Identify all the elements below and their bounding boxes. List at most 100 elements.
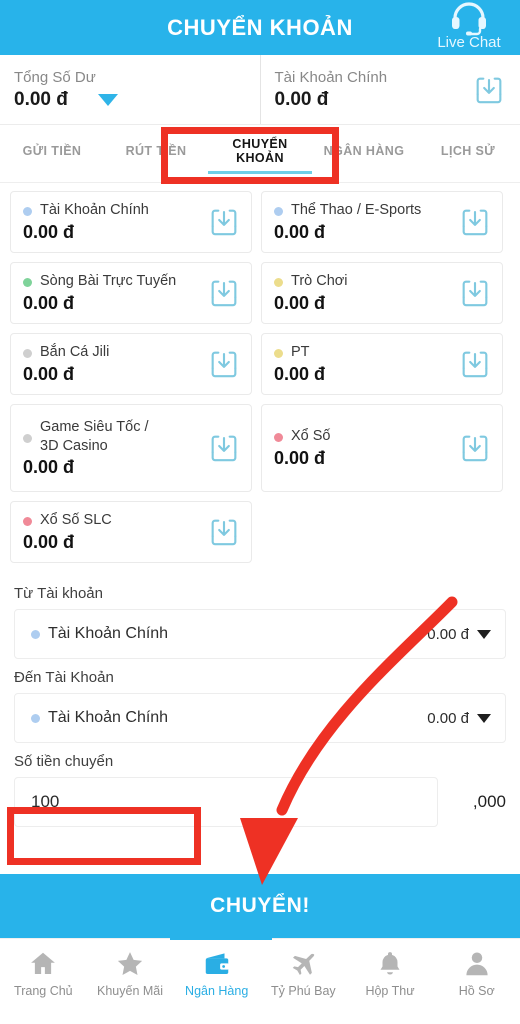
account-card[interactable]: Game Siêu Tốc / 3D Casino 0.00 đ: [10, 404, 252, 492]
from-account-name: Tài Khoản Chính: [48, 625, 169, 642]
account-card[interactable]: Xổ Số 0.00 đ: [261, 404, 503, 492]
transfer-form: Từ Tài khoản Tài Khoản Chính 0.00 đ Đến …: [0, 563, 520, 827]
nav-label: Hộp Thư: [365, 984, 415, 998]
amount-row: ,000: [14, 777, 506, 827]
account-name: Sòng Bài Trực Tuyến: [40, 273, 177, 290]
download-icon[interactable]: [458, 431, 492, 465]
account-name: Xổ Số SLC: [40, 512, 112, 529]
download-icon[interactable]: [207, 205, 241, 239]
amount-input[interactable]: [14, 777, 438, 827]
status-dot: [274, 349, 283, 359]
account-name: Trò Chơi: [291, 273, 348, 290]
account-card[interactable]: Sòng Bài Trực Tuyến 0.00 đ: [10, 262, 252, 324]
caret-down-icon[interactable]: [97, 93, 118, 106]
nav-label: Hồ Sơ: [458, 984, 495, 998]
tab-ngan-hang[interactable]: NGÂN HÀNG: [312, 144, 416, 164]
nav-item-ty-phu-bay[interactable]: Tỷ Phú Bay: [260, 949, 347, 998]
bell-icon: [375, 949, 405, 979]
transfer-screen: CHUYỂN KHOẢN Live Chat Tổng Số Dư 0.00 đ: [0, 0, 520, 1024]
download-icon[interactable]: [458, 347, 492, 381]
nav-label: Tỷ Phú Bay: [271, 984, 336, 998]
account-amount: 0.00 đ: [274, 221, 326, 242]
account-card[interactable]: Bắn Cá Jili 0.00 đ: [10, 333, 252, 395]
headset-icon: [449, 2, 489, 36]
total-balance-cell[interactable]: Tổng Số Dư 0.00 đ: [0, 55, 261, 124]
status-dot: [23, 434, 32, 444]
from-account-balance: 0.00 đ: [427, 625, 469, 643]
to-account-name: Tài Khoản Chính: [48, 709, 169, 726]
live-chat-label: Live Chat: [437, 34, 501, 51]
status-dot: [23, 207, 32, 217]
account-amount: 0.00 đ: [23, 456, 75, 477]
account-amount: 0.00 đ: [23, 292, 75, 313]
active-tab-indicator: [170, 937, 272, 940]
account-card[interactable]: Xổ Số SLC 0.00 đ: [10, 501, 252, 563]
download-icon[interactable]: [458, 276, 492, 310]
nav-item-ho-so[interactable]: Hồ Sơ: [433, 949, 520, 998]
bottom-navigation: Trang Chủ Khuyến Mãi Ngân Hàng Tỷ Phú Ba…: [0, 937, 520, 1024]
tab-gui-tien[interactable]: GỬI TIỀN: [0, 144, 104, 164]
nav-item-trang-chu[interactable]: Trang Chủ: [0, 949, 87, 998]
account-card[interactable]: Tài Khoản Chính 0.00 đ: [10, 191, 252, 253]
from-account-select[interactable]: Tài Khoản Chính 0.00 đ: [14, 609, 506, 659]
app-header: CHUYỂN KHOẢN Live Chat: [0, 0, 520, 55]
amount-label: Số tiền chuyển: [14, 753, 114, 770]
account-name: Tài Khoản Chính: [40, 202, 149, 219]
person-icon: [462, 949, 492, 979]
download-icon[interactable]: [207, 431, 241, 465]
status-dot: [274, 278, 283, 288]
total-balance-label: Tổng Số Dư: [14, 68, 96, 86]
account-name: Game Siêu Tốc / 3D Casino: [40, 419, 149, 454]
status-dot: [31, 713, 40, 723]
status-dot: [23, 517, 32, 527]
account-amount: 0.00 đ: [274, 363, 326, 384]
status-dot: [274, 207, 283, 217]
account-amount: 0.00 đ: [23, 221, 75, 242]
status-dot: [31, 629, 40, 639]
status-dot: [23, 349, 32, 359]
account-amount: 0.00 đ: [274, 292, 326, 313]
account-card[interactable]: Trò Chơi 0.00 đ: [261, 262, 503, 324]
tab-rut-tien[interactable]: RÚT TIỀN: [104, 144, 208, 164]
page-title: CHUYỂN KHOẢN: [167, 14, 353, 40]
account-card[interactable]: PT 0.00 đ: [261, 333, 503, 395]
main-account-value: 0.00 đ: [274, 88, 329, 110]
account-card[interactable]: Thể Thao / E-Sports 0.00 đ: [261, 191, 503, 253]
main-account-label: Tài Khoản Chính: [274, 68, 388, 86]
to-account-label: Đến Tài Khoản: [14, 669, 114, 686]
account-name: Xổ Số: [291, 428, 331, 445]
balance-bar: Tổng Số Dư 0.00 đ Tài Khoản Chính 0.00 đ: [0, 55, 520, 125]
tab-bar: GỬI TIỀN RÚT TIỀN CHUYỂN KHOẢN NGÂN HÀNG…: [0, 125, 520, 183]
nav-label: Ngân Hàng: [185, 984, 249, 998]
home-icon: [28, 949, 58, 979]
account-amount: 0.00 đ: [23, 531, 75, 552]
account-amount: 0.00 đ: [274, 447, 326, 468]
nav-item-hop-thu[interactable]: Hộp Thư: [347, 949, 434, 998]
account-amount: 0.00 đ: [23, 363, 75, 384]
tab-lich-su[interactable]: LỊCH SỬ: [416, 144, 520, 164]
wallet-icon: [202, 949, 232, 979]
live-chat-button[interactable]: Live Chat: [426, 2, 512, 51]
download-icon[interactable]: [472, 73, 506, 107]
status-dot: [274, 433, 283, 443]
nav-item-ngan-hang[interactable]: Ngân Hàng: [173, 949, 260, 998]
total-balance-value: 0.00 đ: [14, 88, 68, 110]
airplane-icon: [288, 949, 318, 979]
amount-suffix: ,000: [472, 792, 506, 811]
caret-down-icon[interactable]: [477, 713, 491, 723]
nav-item-khuyen-mai[interactable]: Khuyến Mãi: [87, 949, 174, 998]
download-icon[interactable]: [207, 347, 241, 381]
tab-chuyen-khoan[interactable]: CHUYỂN KHOẢN: [208, 137, 312, 171]
download-icon[interactable]: [207, 276, 241, 310]
download-icon[interactable]: [207, 515, 241, 549]
to-account-select[interactable]: Tài Khoản Chính 0.00 đ: [14, 693, 506, 743]
download-icon[interactable]: [458, 205, 492, 239]
account-card-grid: Tài Khoản Chính 0.00 đ Thể Thao / E-Spor…: [0, 183, 520, 563]
star-icon: [115, 949, 145, 979]
submit-transfer-button[interactable]: CHUYỂN!: [0, 874, 520, 938]
to-account-balance: 0.00 đ: [427, 709, 469, 727]
caret-down-icon[interactable]: [477, 629, 491, 639]
account-name: Thể Thao / E-Sports: [291, 202, 422, 219]
nav-label: Khuyến Mãi: [97, 984, 164, 998]
nav-label: Trang Chủ: [14, 984, 73, 998]
